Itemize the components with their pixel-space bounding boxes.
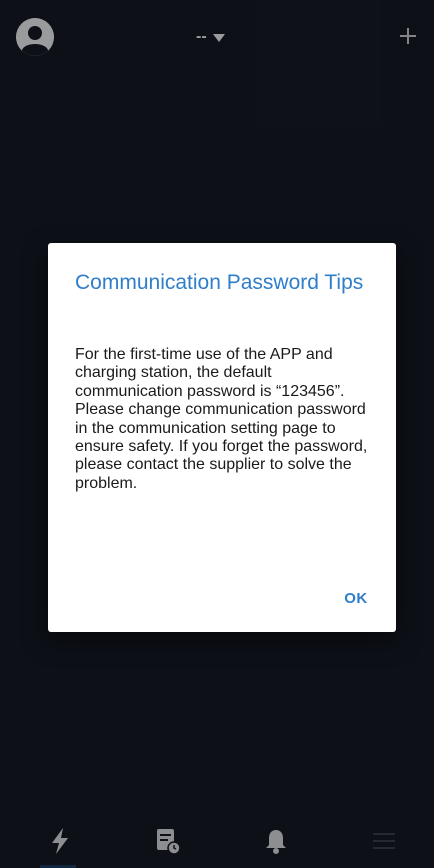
app-screen: -- Communication Password Tips For the f… bbox=[0, 0, 434, 868]
password-tips-dialog: Communication Password Tips For the firs… bbox=[48, 243, 396, 632]
dialog-message: For the first-time use of the APP and ch… bbox=[75, 346, 368, 492]
ok-button[interactable]: OK bbox=[328, 583, 384, 613]
dialog-title: Communication Password Tips bbox=[75, 271, 364, 294]
